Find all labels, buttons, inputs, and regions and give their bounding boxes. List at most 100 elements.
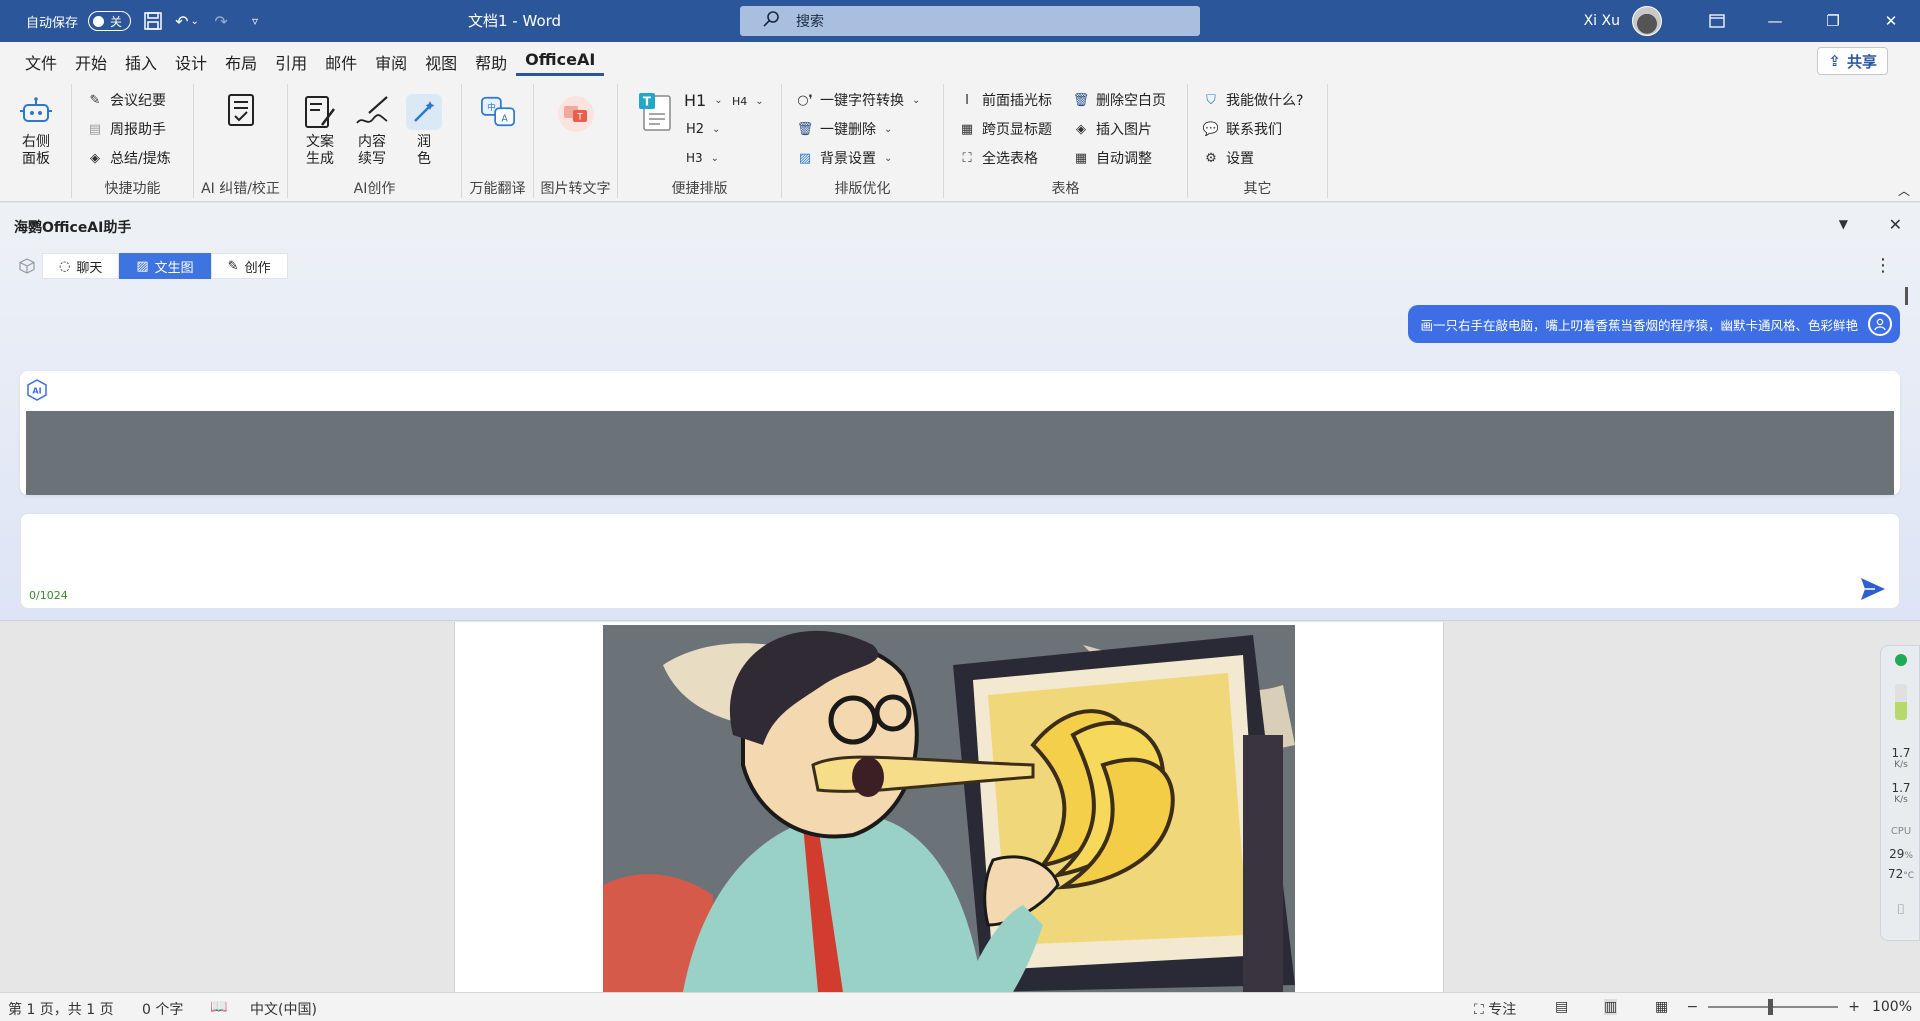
search-box[interactable]: 搜索 [740,6,1200,36]
language[interactable]: 中文(中国) [250,999,317,1019]
group-translate-label: 万能翻译 [469,181,526,197]
tab-chat[interactable]: ◌ 聊天 [42,253,120,279]
web-layout-icon[interactable]: ▦ [1655,999,1668,1015]
share-button[interactable]: ⇪ 共享 [1817,47,1888,75]
right-panel-button[interactable]: 右侧 面板 [10,94,62,168]
heading3-button[interactable]: H3 ⌄ [686,147,719,169]
insert-cursor-before-button[interactable]: I 前面插光标 [958,89,1052,111]
summary-label: 总结/提炼 [110,151,171,167]
tab-home[interactable]: 开始 [66,50,116,76]
heading4-button[interactable]: H4 ⌄ [732,90,764,112]
ai-correct-button[interactable] [222,92,260,132]
tab-design[interactable]: 设计 [166,50,216,76]
tab-insert[interactable]: 插入 [116,50,166,76]
continue-writing-button[interactable]: 内容 续写 [350,94,394,168]
print-layout-icon[interactable]: ▥ [1604,999,1618,1015]
char-convert-button[interactable]: ○❜ 一键字符转换 ⌄ [796,89,920,111]
background-settings-button[interactable]: ▨ 背景设置 ⌄ [796,147,893,169]
heading1-button[interactable]: H1 ⌄ [684,89,723,111]
focus-mode-button[interactable]: ⛶ 专注 [1474,999,1516,1019]
layout-doc-button[interactable]: T [636,93,676,134]
summary-button[interactable]: ◈ 总结/提炼 [86,147,171,169]
focus-icon: ⛶ [1474,1002,1484,1018]
heading2-button[interactable]: H2 ⌄ [686,118,720,140]
insert-cursor-before-label: 前面插光标 [982,93,1052,109]
collapse-ribbon-icon[interactable]: ︿ [1898,182,1910,199]
image-to-text-button[interactable]: T [556,96,596,136]
inserted-cartoon-image[interactable] [603,625,1295,992]
undo-icon[interactable]: ↶ ⌄ [175,9,199,33]
save-icon[interactable] [141,9,165,33]
translate-button[interactable]: 中A [478,94,518,134]
auto-fit-label: 自动调整 [1096,151,1152,167]
panel-options-icon[interactable]: ▼ [1839,217,1848,231]
camera-icon[interactable]: ⌷ [1881,902,1920,918]
generated-image-preview[interactable] [26,411,1894,495]
system-monitor-widget[interactable]: 1.7 K/s 1.7 K/s CPU 29% 72°C ⌷ [1880,645,1920,941]
image-text-icon: T [558,96,594,132]
group-img2text: T 图片转文字 [534,84,618,198]
proofing-icon[interactable]: 📖 [210,999,227,1015]
tab-file[interactable]: 文件 [16,50,66,76]
settings-button[interactable]: ⚙ 设置 [1202,147,1254,169]
word-count[interactable]: 0 个字 [142,999,183,1019]
meeting-minutes-button[interactable]: ✎ 会议纪要 [86,89,166,111]
window-controls: Xi Xu — ❐ ✕ [1584,0,1920,42]
settings-label: 设置 [1226,151,1254,167]
read-mode-icon[interactable]: ▤ [1555,999,1568,1015]
weekly-report-button[interactable]: ▤ 周报助手 [86,118,166,140]
restore-icon[interactable]: ❐ [1804,0,1862,42]
send-icon[interactable] [1859,576,1887,602]
one-click-delete-button[interactable]: 🗑 一键删除 ⌄ [796,118,893,140]
ai-badge-text: AI [32,387,41,396]
tab-view[interactable]: 视图 [416,50,466,76]
polish-button[interactable]: 润 色 [404,94,444,168]
insert-image-button[interactable]: ◈ 插入图片 [1072,118,1152,140]
avatar[interactable] [1632,6,1662,36]
repeat-header-label: 跨页显标题 [982,122,1052,138]
customize-toolbar-icon[interactable]: ▿ [243,9,267,33]
ribbon-display-options-icon[interactable] [1688,0,1746,42]
zoom-slider-knob[interactable] [1768,999,1774,1015]
zoom-level[interactable]: 100% [1872,999,1912,1015]
tab-text-to-image-label: 文生图 [154,260,194,276]
search-placeholder: 搜索 [796,14,824,30]
repeat-header-button[interactable]: ▦ 跨页显标题 [958,118,1052,140]
minimize-icon[interactable]: — [1746,0,1804,42]
tab-mailings[interactable]: 邮件 [316,50,366,76]
close-icon[interactable]: ✕ [1889,215,1902,234]
zoom-slider[interactable] [1708,999,1839,1015]
auto-fit-button[interactable]: ▦ 自动调整 [1072,147,1152,169]
tab-create-label: 创作 [244,260,271,276]
panel-scrollbar[interactable] [1905,287,1908,305]
what-can-i-do-label: 我能做什么? [1226,93,1304,109]
contact-us-button[interactable]: 💬 联系我们 [1202,118,1282,140]
close-icon[interactable]: ✕ [1862,0,1920,42]
quick-access-toolbar: 自动保存 关 ↶ ⌄ ↷ ▿ [26,9,267,33]
tab-text-to-image[interactable]: ▨ 文生图 [119,253,211,279]
tab-help[interactable]: 帮助 [466,50,516,76]
tab-layout[interactable]: 布局 [216,50,266,76]
zoom-in-icon[interactable]: + [1848,999,1860,1015]
page-count[interactable]: 第 1 页，共 1 页 [8,999,114,1019]
autosave-toggle[interactable]: 关 [88,11,132,31]
more-options-icon[interactable]: ⋮ [1874,255,1892,276]
select-all-tables-button[interactable]: ⛶ 全选表格 [958,147,1038,169]
user-name[interactable]: Xi Xu [1584,13,1620,29]
redo-icon[interactable]: ↷ [209,9,233,33]
panel-title: 海鹦OfficeAI助手 [14,220,132,236]
group-layout: T H1 ⌄ H4 ⌄ H2 ⌄ H3 ⌄ 便捷排版 [618,84,782,198]
toggle-knob [93,15,105,27]
tab-references[interactable]: 引用 [266,50,316,76]
prompt-input[interactable]: 0/1024 [20,513,1900,609]
tab-review[interactable]: 审阅 [366,50,416,76]
zoom-out-icon[interactable]: − [1687,999,1699,1015]
cube-icon[interactable] [12,253,42,279]
tab-create[interactable]: ✎ 创作 [210,253,288,279]
delete-blank-page-button[interactable]: 🗑 删除空白页 [1072,89,1166,111]
group-right-panel: 右侧 面板 [0,84,72,198]
what-can-i-do-button[interactable]: ⛉ 我能做什么? [1202,89,1303,111]
document-page[interactable] [454,622,1444,992]
tab-officeai[interactable]: OfficeAI [516,50,605,76]
copywriting-button[interactable]: 文案 生成 [298,94,342,168]
